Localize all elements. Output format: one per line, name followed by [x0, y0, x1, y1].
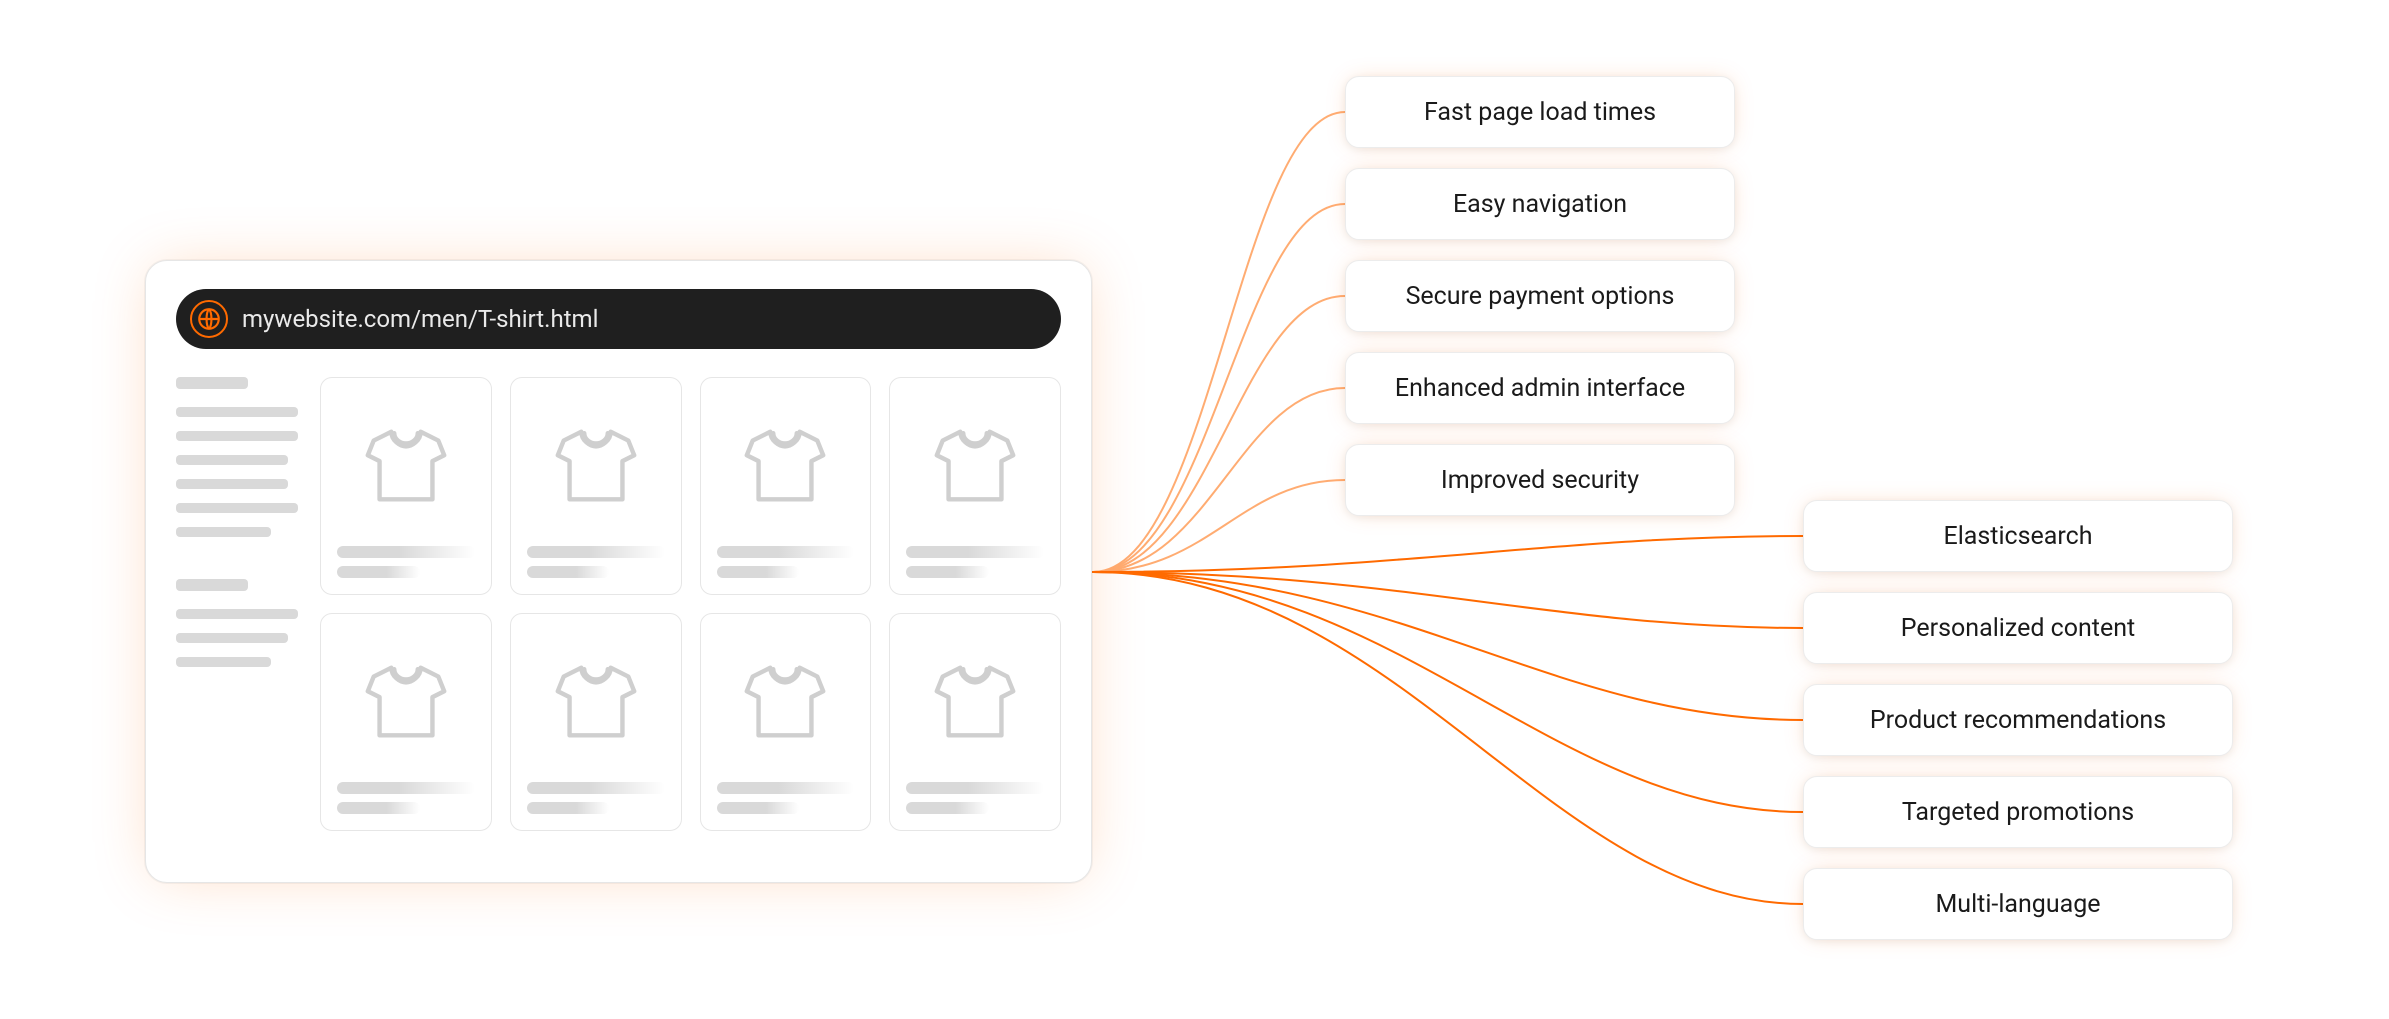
globe-icon	[190, 300, 228, 338]
feature-label: Product recommendations	[1870, 706, 2166, 735]
feature-pill: Secure payment options	[1345, 260, 1735, 332]
feature-label: Secure payment options	[1406, 282, 1675, 311]
feature-label: Fast page load times	[1424, 98, 1656, 127]
feature-label: Personalized content	[1901, 614, 2135, 643]
tshirt-icon	[717, 392, 855, 542]
feature-pill: Improved security	[1345, 444, 1735, 516]
feature-label: Enhanced admin interface	[1395, 374, 1685, 403]
tshirt-icon	[906, 628, 1044, 778]
feature-pill: Easy navigation	[1345, 168, 1735, 240]
feature-label: Multi-language	[1935, 890, 2100, 919]
tshirt-icon	[906, 392, 1044, 542]
feature-pill: Enhanced admin interface	[1345, 352, 1735, 424]
feature-pill: Fast page load times	[1345, 76, 1735, 148]
product-card	[320, 613, 492, 831]
tshirt-icon	[527, 392, 665, 542]
tshirt-icon	[527, 628, 665, 778]
url-text: mywebsite.com/men/T-shirt.html	[242, 305, 598, 333]
feature-pill: Product recommendations	[1803, 684, 2233, 756]
sidebar-skeleton	[176, 377, 298, 831]
feature-label: Targeted promotions	[1902, 798, 2134, 827]
tshirt-icon	[337, 628, 475, 778]
browser-mock: mywebsite.com/men/T-shirt.html	[145, 260, 1092, 883]
product-card	[510, 377, 682, 595]
feature-pill: Personalized content	[1803, 592, 2233, 664]
product-card	[700, 377, 872, 595]
feature-pill: Multi-language	[1803, 868, 2233, 940]
feature-label: Elasticsearch	[1944, 522, 2093, 551]
product-card	[889, 613, 1061, 831]
product-card	[889, 377, 1061, 595]
tshirt-icon	[337, 392, 475, 542]
browser-body	[176, 377, 1061, 831]
product-card	[510, 613, 682, 831]
product-card	[700, 613, 872, 831]
feature-label: Easy navigation	[1453, 190, 1627, 219]
feature-pill: Targeted promotions	[1803, 776, 2233, 848]
product-card	[320, 377, 492, 595]
tshirt-icon	[717, 628, 855, 778]
feature-label: Improved security	[1441, 466, 1639, 495]
feature-pill: Elasticsearch	[1803, 500, 2233, 572]
product-grid	[320, 377, 1061, 831]
url-bar: mywebsite.com/men/T-shirt.html	[176, 289, 1061, 349]
